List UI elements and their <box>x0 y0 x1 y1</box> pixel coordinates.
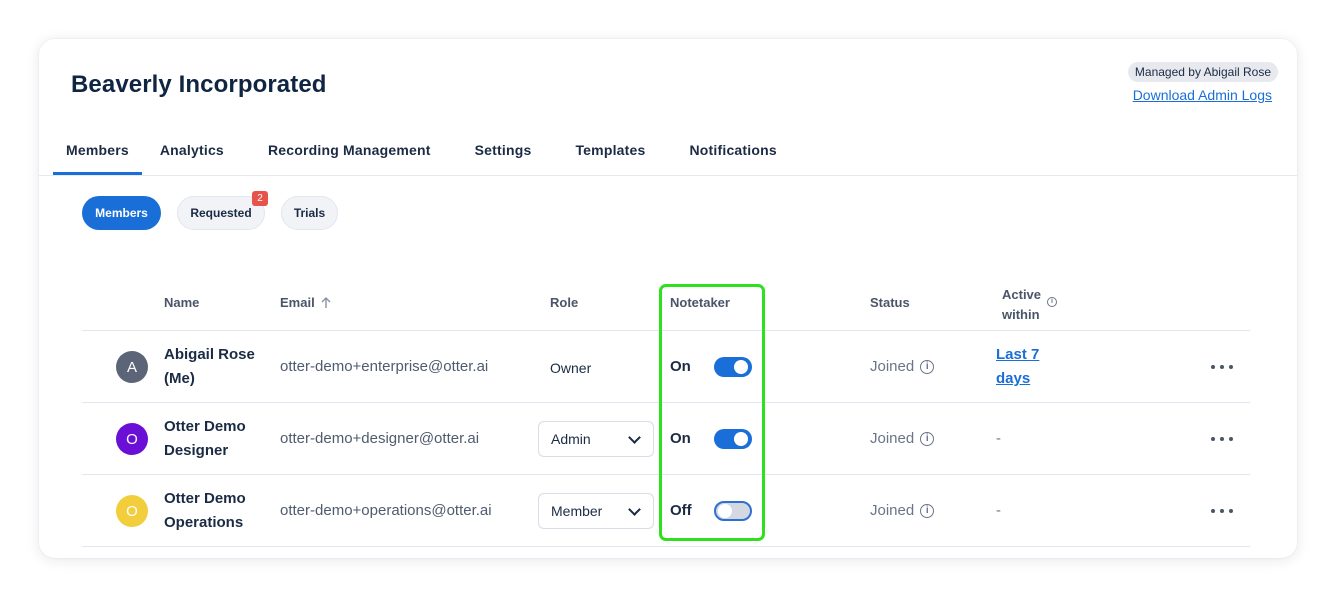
role-dropdown-value: Admin <box>551 431 591 447</box>
member-email: otter-demo+operations@otter.ai <box>280 502 492 519</box>
table-row-divider <box>82 402 1250 403</box>
notetaker-toggle[interactable] <box>714 501 752 521</box>
notetaker-state-label: Off <box>670 502 692 519</box>
member-status: Joined i <box>870 358 935 375</box>
notetaker-state-label: On <box>670 430 691 447</box>
role-dropdown[interactable]: Admin <box>538 421 654 457</box>
column-header-role[interactable]: Role <box>550 295 578 310</box>
table-row-divider <box>82 474 1250 475</box>
download-admin-logs-link[interactable]: Download Admin Logs <box>1133 87 1272 103</box>
role-dropdown-value: Member <box>551 503 603 519</box>
column-header-notetaker[interactable]: Notetaker <box>670 295 730 310</box>
member-name: Otter Demo Designer <box>164 418 246 459</box>
member-email: otter-demo+enterprise@otter.ai <box>280 358 489 375</box>
status-label: Joined <box>870 502 915 519</box>
table-divider <box>82 330 1250 331</box>
member-role: Owner <box>550 360 592 376</box>
toggle-knob <box>718 504 732 518</box>
member-status: Joined i <box>870 430 935 447</box>
toggle-knob <box>734 432 748 446</box>
more-options-icon[interactable] <box>1211 506 1233 516</box>
tab-settings[interactable]: Settings <box>475 133 532 175</box>
tab-bar: Members Analytics Recording Management S… <box>53 133 821 175</box>
info-icon[interactable]: i <box>920 503 935 518</box>
notetaker-state-label: On <box>670 358 691 375</box>
tab-members[interactable]: Members <box>53 133 142 175</box>
active-within-value: - <box>996 502 1001 519</box>
member-name: Otter Demo Operations <box>164 490 246 531</box>
more-options-icon[interactable] <box>1211 434 1233 444</box>
member-name: Abigail Rose (Me) <box>164 346 255 387</box>
member-status: Joined i <box>870 502 935 519</box>
filter-trials-button[interactable]: Trials <box>281 196 338 230</box>
active-within-line-1: Active <box>1002 287 1042 302</box>
more-options-icon[interactable] <box>1211 362 1233 372</box>
active-within-value: - <box>996 430 1001 447</box>
avatar: O <box>116 495 148 527</box>
sort-ascending-icon <box>321 297 331 308</box>
info-icon[interactable]: i <box>920 359 935 374</box>
active-within-link[interactable]: Last 7 days <box>996 343 1056 391</box>
tab-analytics[interactable]: Analytics <box>160 133 224 175</box>
page-title: Beaverly Incorporated <box>71 71 327 98</box>
active-within-line-2: within <box>1002 307 1040 322</box>
column-header-status[interactable]: Status <box>870 295 910 310</box>
role-dropdown[interactable]: Member <box>538 493 654 529</box>
chevron-down-icon <box>628 503 641 516</box>
info-icon[interactable]: i <box>920 431 935 446</box>
filter-members-button[interactable]: Members <box>82 196 161 230</box>
tabs-divider <box>39 175 1297 176</box>
column-header-name[interactable]: Name <box>164 295 199 310</box>
notetaker-toggle[interactable] <box>714 429 752 449</box>
status-label: Joined <box>870 358 915 375</box>
info-icon[interactable]: i <box>1047 297 1057 307</box>
managed-by-badge: Managed by Abigail Rose <box>1127 62 1278 82</box>
column-header-active-within[interactable]: Active within <box>1002 285 1041 325</box>
status-label: Joined <box>870 430 915 447</box>
column-header-email[interactable]: Email <box>280 295 332 310</box>
tab-recording-management[interactable]: Recording Management <box>268 133 431 175</box>
tab-notifications[interactable]: Notifications <box>689 133 776 175</box>
requested-count-badge: 2 <box>252 191 268 206</box>
notetaker-toggle[interactable] <box>714 357 752 377</box>
toggle-knob <box>734 360 748 374</box>
column-header-email-label: Email <box>280 295 315 310</box>
member-email: otter-demo+designer@otter.ai <box>280 430 480 447</box>
organization-card: Beaverly Incorporated Managed by Abigail… <box>39 39 1297 558</box>
avatar: A <box>116 351 148 383</box>
avatar: O <box>116 423 148 455</box>
table-row-divider <box>82 546 1250 547</box>
tab-templates[interactable]: Templates <box>575 133 645 175</box>
chevron-down-icon <box>628 431 641 444</box>
